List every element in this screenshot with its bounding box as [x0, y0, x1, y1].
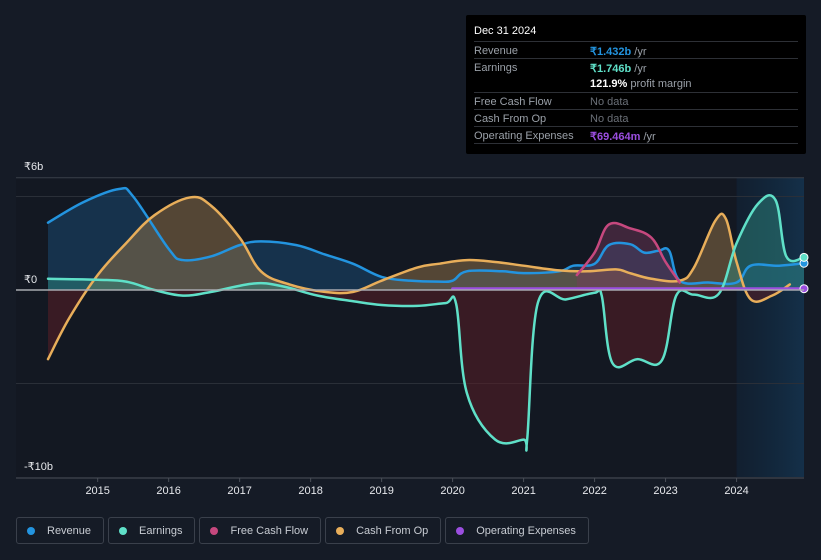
tooltip-row-label: Earnings: [474, 62, 518, 74]
tooltip-row: Operating Expenses ₹69.464m /yr: [474, 126, 798, 144]
tooltip-row-value: ₹1.432b /yr: [590, 46, 647, 58]
legend-item-operating-expenses[interactable]: Operating Expenses: [445, 517, 589, 544]
legend-dot-icon: [336, 526, 345, 535]
x-tick-label: 2020: [440, 485, 464, 497]
tooltip-row: Earnings ₹1.746b /yr: [474, 58, 798, 76]
legend-dot-icon: [210, 526, 219, 535]
tooltip-row-value: ₹69.464m /yr: [590, 131, 656, 143]
tooltip: Dec 31 2024 Revenue ₹1.432b /yr Earnings ₹1…: [466, 15, 806, 154]
tooltip-row-label: Free Cash Flow: [474, 96, 552, 108]
tooltip-row: Revenue ₹1.432b /yr: [474, 41, 798, 59]
legend-label: Revenue: [47, 524, 92, 537]
legend-item-free-cash-flow[interactable]: Free Cash Flow: [199, 517, 322, 544]
x-tick-label: 2018: [298, 485, 322, 497]
legend-label: Operating Expenses: [476, 524, 576, 537]
x-tick-label: 2019: [369, 485, 393, 497]
legend-label: Cash From Op: [356, 524, 429, 537]
x-tick-label: 2022: [582, 485, 606, 497]
legend-item-revenue[interactable]: Revenue: [16, 517, 105, 544]
legend-dot-icon: [119, 526, 128, 535]
tooltip-row-label: Revenue: [474, 45, 519, 57]
x-tick-label: 2017: [227, 485, 251, 497]
tooltip-row-label: Cash From Op: [474, 113, 547, 125]
tooltip-row: Free Cash Flow No data: [474, 92, 798, 110]
endpoint-earnings: [799, 252, 809, 262]
tooltip-row: Cash From Op No data: [474, 109, 798, 127]
tooltip-divider: [474, 143, 798, 161]
x-tick-label: 2021: [511, 485, 535, 497]
legend: Revenue Earnings Free Cash Flow Cash From O…: [16, 517, 589, 544]
tooltip-row-label: Operating Expenses: [474, 130, 574, 142]
y-tick-label-zero: ₹0: [24, 274, 37, 286]
legend-dot-icon: [27, 526, 35, 535]
legend-label: Free Cash Flow: [230, 524, 309, 537]
legend-label: Earnings: [139, 524, 183, 537]
legend-item-cash-from-op[interactable]: Cash From Op: [325, 517, 442, 544]
tooltip-row-value: 121.9% profit margin: [590, 78, 692, 90]
x-tick-label: 2023: [653, 485, 677, 497]
endpoint-opex: [799, 284, 809, 294]
tooltip-row-value: ₹1.746b /yr: [590, 63, 647, 75]
tooltip-row-value: No data: [590, 96, 629, 108]
tooltip-row-value: No data: [590, 113, 629, 125]
tooltip-row: 121.9% profit margin: [474, 75, 798, 92]
x-tick-label: 2016: [156, 485, 180, 497]
x-tick-label: 2015: [85, 485, 109, 497]
tooltip-date: Dec 31 2024: [474, 25, 537, 37]
y-tick-label-top: ₹6b: [24, 161, 43, 173]
legend-dot-icon: [456, 526, 465, 535]
y-tick-label-bottom: -₹10b: [24, 461, 53, 473]
x-tick-label: 2024: [724, 485, 748, 497]
legend-item-earnings[interactable]: Earnings: [108, 517, 196, 544]
